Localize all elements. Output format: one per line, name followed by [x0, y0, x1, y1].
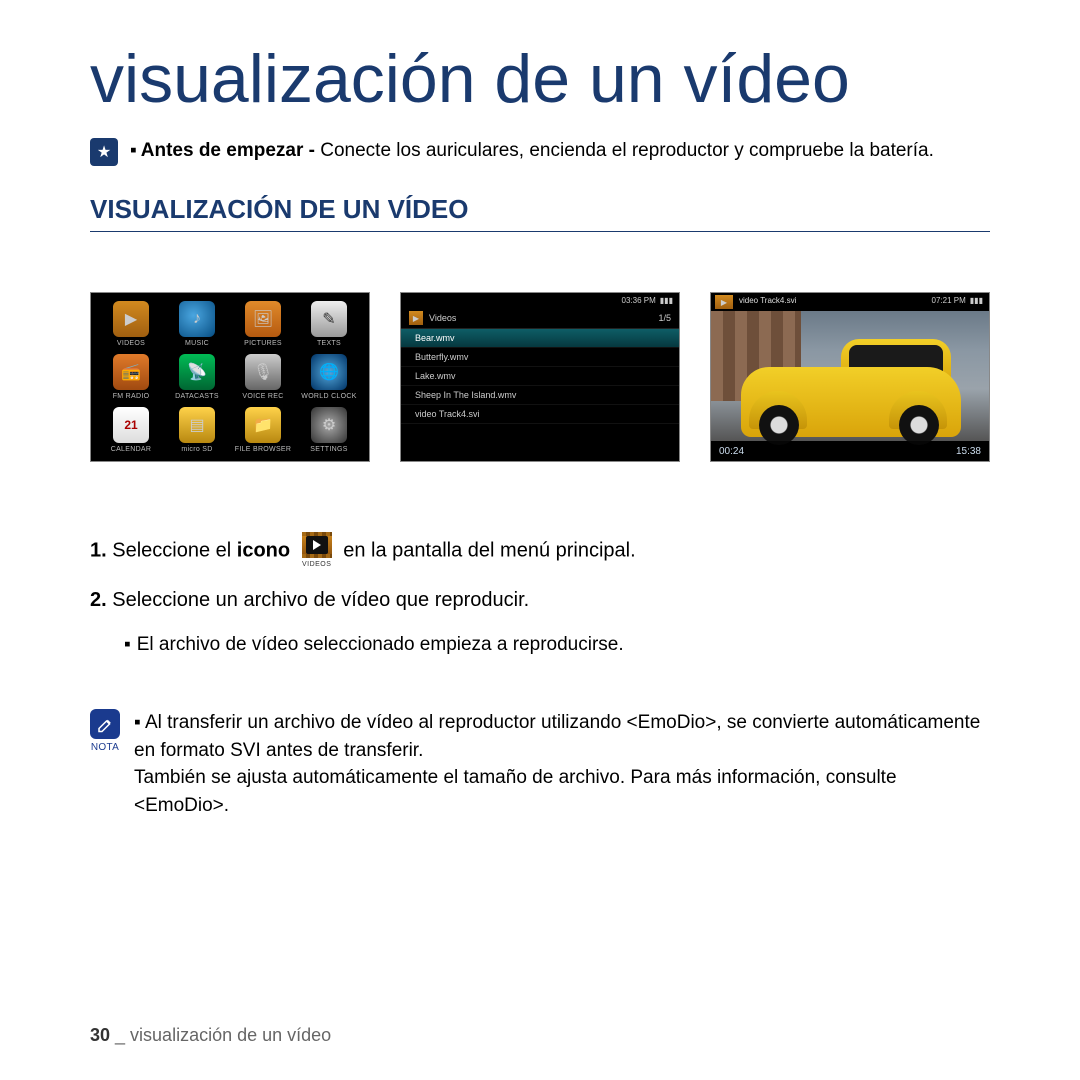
videos-icon: ▶ — [409, 311, 423, 325]
inline-icon-label: VIDEOS — [302, 560, 331, 571]
screenshots-row: ▶ VIDEOS ♪ MUSIC 🖼 PICTURES ✎ TEXTS 📻 FM RADI… — [90, 292, 990, 462]
menu-label: micro SD — [181, 446, 212, 453]
step-text-bold: icono — [237, 540, 290, 562]
note-block: NOTA ▪ Al transferir un archivo de vídeo… — [90, 709, 990, 819]
page-title: visualización de un vídeo — [90, 40, 990, 118]
voicerec-icon: 🎙 — [245, 354, 281, 390]
intro-bold: Antes de empezar - — [141, 140, 321, 161]
screenshot-menu: ▶ VIDEOS ♪ MUSIC 🖼 PICTURES ✎ TEXTS 📻 FM RADI… — [90, 292, 370, 462]
star-icon: ★ — [90, 138, 118, 166]
screenshot-list: 03:36 PM ▮▮▮ ▶ Videos 1/5 Bear.wmv Butterf… — [400, 292, 680, 462]
list-count: 1/5 — [658, 313, 671, 323]
step-text: Seleccione el — [112, 540, 237, 562]
intro-row: ★ ▪Antes de empezar - Conecte los auricu… — [90, 138, 990, 166]
list-item: Butterfly.wmv — [401, 348, 679, 367]
menu-label: FILE BROWSER — [235, 446, 292, 453]
menu-label: PICTURES — [244, 340, 282, 347]
settings-icon: ⚙ — [311, 407, 347, 443]
clock-text: 07:21 PM — [932, 296, 966, 305]
music-icon: ♪ — [179, 301, 215, 337]
menu-label: CALENDAR — [111, 446, 152, 453]
screenshot-playback: ▶ video Track4.svi 07:21 PM ▮▮▮ 00:24 15:… — [710, 292, 990, 462]
step-2: 2. Seleccione un archivo de vídeo que re… — [90, 585, 990, 616]
intro-text: ▪Antes de empezar - Conecte los auricula… — [130, 138, 934, 165]
datacasts-icon: 📡 — [179, 354, 215, 390]
substep-text: El archivo de vídeo seleccionado empieza… — [137, 634, 624, 655]
step-2-sub: ▪El archivo de vídeo seleccionado empiez… — [124, 630, 990, 659]
menu-label: TEXTS — [317, 340, 341, 347]
note-line: También se ajusta automáticamente el tam… — [134, 767, 897, 816]
clock-text: 03:36 PM — [622, 296, 656, 305]
steps: 1. Seleccione el icono VIDEOS en la pant… — [90, 532, 990, 659]
playback-duration: 15:38 — [956, 446, 981, 457]
filebrowser-icon: 📁 — [245, 407, 281, 443]
playback-position: 00:24 — [719, 446, 744, 457]
step-1: 1. Seleccione el icono VIDEOS en la pant… — [90, 532, 990, 571]
list-item: Lake.wmv — [401, 367, 679, 386]
battery-icon: ▮▮▮ — [660, 296, 673, 305]
step-text: Seleccione un archivo de vídeo que repro… — [112, 589, 529, 611]
list-title: Videos — [429, 313, 456, 323]
note-line: Al transferir un archivo de vídeo al rep… — [134, 712, 980, 761]
videos-icon: ▶ — [113, 301, 149, 337]
menu-label: FM RADIO — [113, 393, 150, 400]
list-item: Sheep In The Island.wmv — [401, 386, 679, 405]
video-frame — [711, 311, 989, 441]
battery-icon: ▮▮▮ — [970, 296, 983, 305]
menu-label: VIDEOS — [117, 340, 145, 347]
footer-section: visualización de un vídeo — [130, 1025, 331, 1045]
footer-sep: _ — [110, 1025, 130, 1045]
note-text: ▪ Al transferir un archivo de vídeo al r… — [134, 709, 990, 819]
section-heading: VISUALIZACIÓN DE UN VÍDEO — [90, 194, 990, 232]
menu-label: SETTINGS — [310, 446, 347, 453]
pictures-icon: 🖼 — [245, 301, 281, 337]
note-icon — [90, 709, 120, 739]
intro-rest: Conecte los auriculares, encienda el rep… — [320, 140, 934, 161]
fmradio-icon: 📻 — [113, 354, 149, 390]
list-item: video Track4.svi — [401, 405, 679, 424]
page-number: 30 — [90, 1025, 110, 1045]
playback-title: video Track4.svi — [739, 296, 796, 305]
menu-label: DATACASTS — [175, 393, 219, 400]
menu-label: MUSIC — [185, 340, 209, 347]
note-label: NOTA — [91, 741, 119, 756]
menu-label: VOICE REC — [242, 393, 283, 400]
calendar-icon: 21 — [113, 407, 149, 443]
menu-label: WORLD CLOCK — [301, 393, 356, 400]
step-text: en la pantalla del menú principal. — [343, 540, 635, 562]
worldclock-icon: 🌐 — [311, 354, 347, 390]
texts-icon: ✎ — [311, 301, 347, 337]
microsd-icon: ▤ — [179, 407, 215, 443]
list-item: Bear.wmv — [401, 329, 679, 348]
page-footer: 30 _ visualización de un vídeo — [90, 1025, 331, 1046]
videos-icon: ▶ — [715, 295, 733, 309]
videos-inline-icon: VIDEOS — [302, 532, 332, 571]
